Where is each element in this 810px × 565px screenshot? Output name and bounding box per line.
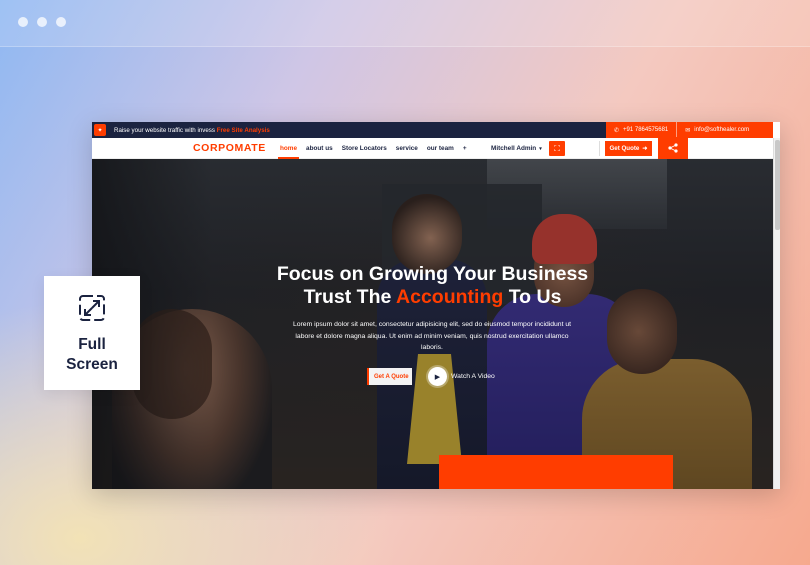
fullscreen-card[interactable]: Full Screen bbox=[44, 276, 140, 390]
fullscreen-icon: ⛶ bbox=[554, 143, 560, 153]
email-icon: ✉ bbox=[685, 127, 691, 134]
nav-link-more[interactable]: + bbox=[463, 145, 467, 152]
hero-description: Lorem ipsum dolor sit amet, consectetur … bbox=[292, 321, 572, 351]
orange-section-block bbox=[439, 455, 673, 489]
nav-link-about-us[interactable]: about us bbox=[306, 145, 333, 152]
hero-title-line1: Focus on Growing Your Business bbox=[276, 263, 589, 285]
expand-arrows-icon bbox=[79, 295, 105, 321]
preview-scrollbar[interactable] bbox=[773, 138, 780, 489]
hero-title-accent: Accounting bbox=[396, 286, 504, 308]
email-item[interactable]: ✉ info@softhealer.com bbox=[677, 127, 757, 134]
admin-dropdown[interactable]: Mitchell Admin ▾ bbox=[491, 138, 542, 159]
get-quote-button[interactable]: Get Quote ➜ bbox=[605, 141, 652, 156]
site-topbar: ✦ Raise your website traffic with invess… bbox=[92, 122, 773, 138]
get-quote-label: Get Quote bbox=[609, 145, 640, 152]
window-titlebar bbox=[0, 0, 810, 47]
fullscreen-label: Full Screen bbox=[66, 336, 118, 373]
hero-section: Focus on Growing Your Business Trust The… bbox=[92, 159, 773, 489]
chevron-down-icon: ▾ bbox=[539, 145, 542, 152]
nav-link-our-team[interactable]: our team bbox=[427, 145, 454, 152]
phone-item[interactable]: ✆ +91 7864575681 bbox=[606, 127, 676, 134]
get-a-quote-button[interactable]: Get A Quote bbox=[367, 368, 412, 385]
nav-link-service[interactable]: service bbox=[396, 145, 418, 152]
window-dots bbox=[18, 17, 66, 27]
hero-title-line2-post: To Us bbox=[508, 286, 562, 308]
phone-icon: ✆ bbox=[614, 127, 620, 134]
promo-text: Raise your website traffic with invess bbox=[114, 126, 215, 134]
window-dot-maximize[interactable] bbox=[56, 17, 66, 27]
nav-links: home about us Store Locators service our… bbox=[277, 138, 467, 159]
hero-title: Focus on Growing Your Business Trust The… bbox=[92, 263, 773, 309]
promo-banner: Raise your website traffic with invess F… bbox=[114, 127, 270, 134]
promo-link[interactable]: Free Site Analysis bbox=[217, 127, 270, 134]
email-address: info@softhealer.com bbox=[694, 127, 750, 133]
nav-divider bbox=[599, 141, 600, 156]
hero-title-line2-pre: Trust The bbox=[303, 286, 392, 308]
arrow-right-icon: ➜ bbox=[642, 145, 648, 152]
hero-title-line2: Trust The Accounting To Us bbox=[92, 286, 773, 309]
site-navbar: CORPOMATE home about us Store Locators s… bbox=[92, 137, 773, 159]
nav-link-home[interactable]: home bbox=[277, 145, 300, 159]
window-dot-minimize[interactable] bbox=[37, 17, 47, 27]
contact-bar: ✆ +91 7864575681 ✉ info@softhealer.com bbox=[606, 122, 773, 138]
brand-logo[interactable]: CORPOMATE bbox=[193, 142, 266, 154]
scrollbar-thumb[interactable] bbox=[775, 140, 780, 230]
fullscreen-toggle-button[interactable]: ⛶ bbox=[549, 141, 565, 156]
share-button[interactable] bbox=[658, 137, 688, 159]
nav-link-store-locators[interactable]: Store Locators bbox=[342, 145, 387, 152]
website-preview-frame: ✦ Raise your website traffic with invess… bbox=[92, 122, 780, 489]
phone-number: +91 7864575681 bbox=[623, 127, 669, 133]
play-video-button[interactable]: ▶ bbox=[428, 367, 447, 386]
admin-name: Mitchell Admin bbox=[491, 145, 537, 152]
window-dot-close[interactable] bbox=[18, 17, 28, 27]
share-icon bbox=[668, 143, 678, 153]
play-icon: ▶ bbox=[434, 373, 441, 381]
watch-video-label[interactable]: Watch A Video bbox=[451, 373, 495, 380]
site-mini-logo-icon: ✦ bbox=[94, 124, 106, 136]
